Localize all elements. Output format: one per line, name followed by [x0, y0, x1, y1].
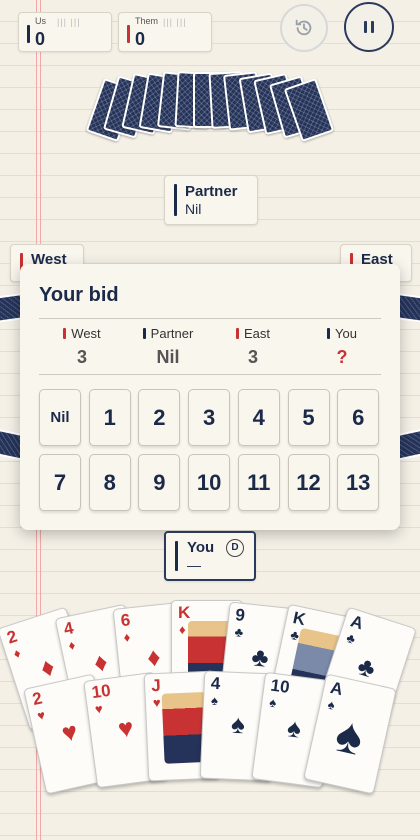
card-rank: J: [150, 675, 162, 696]
bid-summary-value: 3: [247, 347, 258, 367]
card-rank: A: [328, 677, 345, 700]
card-rank: A: [348, 611, 366, 634]
divider: [39, 318, 381, 319]
bid-summary-name: Partner: [150, 326, 194, 341]
bid-option-11[interactable]: 11: [237, 454, 280, 511]
score-them: Them ||| ||| 0: [118, 12, 212, 52]
history-icon: [295, 19, 312, 36]
card-rank: 2: [4, 626, 20, 648]
card-suit-icon: ♦: [179, 622, 186, 637]
team-marker: [27, 25, 30, 43]
team-marker: [174, 184, 177, 216]
card-rank: 6: [119, 610, 132, 631]
card-suit-icon: ♦: [122, 629, 131, 646]
partner-plate: Partner Nil: [164, 175, 258, 225]
bid-panel-title: Your bid: [39, 284, 119, 306]
score-us-value: 0: [35, 29, 46, 49]
bid-summary-you: You ?: [302, 326, 382, 368]
bid-option-12[interactable]: 12: [287, 454, 330, 511]
card-suit-icon: ♥: [94, 700, 104, 717]
score-us-label: Us: [35, 16, 46, 26]
bid-summary-name: East: [243, 326, 270, 341]
bid-summary-west: West 3: [42, 326, 122, 368]
card-rank: 4: [210, 673, 221, 694]
bid-summary-name: You: [335, 326, 357, 341]
you-plate: You D —: [164, 531, 256, 581]
bid-option-5[interactable]: 5: [287, 389, 330, 446]
card-suit-icon: ♣: [233, 624, 244, 641]
tally-marks: ||| |||: [57, 17, 81, 27]
history-button[interactable]: [280, 4, 328, 52]
pause-icon: [364, 21, 374, 33]
score-them-value: 0: [135, 29, 146, 49]
pause-button[interactable]: [344, 2, 394, 52]
card-rank: K: [178, 603, 191, 622]
bid-option-4[interactable]: 4: [237, 389, 280, 446]
card-suit-icon: ♦: [66, 637, 77, 654]
card-suit-icon: ♠: [268, 694, 278, 711]
card-suit-icon: ♣: [344, 629, 358, 647]
team-marker: [127, 25, 130, 43]
score-them-label: Them: [135, 16, 159, 26]
divider: [39, 374, 381, 375]
bid-option-1[interactable]: 1: [88, 389, 131, 446]
card-rank: 2: [30, 688, 45, 710]
card-suit-icon: ♥: [35, 707, 47, 724]
team-marker: [235, 328, 239, 339]
card-center-suit-icon: ♠: [330, 705, 369, 767]
bid-summary-east: East 3: [213, 326, 293, 368]
bid-option-13[interactable]: 13: [337, 454, 380, 511]
partner-name: Partner: [185, 183, 238, 200]
card-rank: K: [291, 608, 308, 630]
partner-bid: Nil: [185, 201, 202, 217]
score-us: Us ||| ||| 0: [18, 12, 112, 52]
bid-option-nil[interactable]: Nil: [39, 389, 81, 446]
card-rank: 9: [234, 605, 246, 626]
bid-summary-value: Nil: [156, 347, 180, 367]
bid-option-6[interactable]: 6: [337, 389, 380, 446]
card-suit-icon: ♦: [11, 645, 23, 662]
bid-option-7[interactable]: 7: [39, 454, 81, 511]
bid-option-2[interactable]: 2: [138, 389, 181, 446]
team-marker: [175, 541, 178, 571]
you-name: You: [187, 539, 215, 556]
team-marker: [63, 328, 67, 339]
card-suit-icon: ♥: [152, 694, 161, 711]
bid-summary-value: ?: [336, 347, 348, 367]
card-rank: 10: [269, 675, 291, 697]
bid-option-8[interactable]: 8: [88, 454, 131, 511]
bid-summary-name: West: [71, 326, 101, 341]
card-suit-icon: ♠: [210, 692, 219, 709]
bid-summary-partner: Partner Nil: [128, 326, 208, 368]
tally-marks: ||| |||: [163, 17, 187, 27]
bid-panel: Your bid West 3 Partner Nil East 3 You ?…: [20, 264, 400, 530]
bid-option-3[interactable]: 3: [188, 389, 231, 446]
dealer-badge: D: [226, 539, 244, 557]
card-rank: 10: [90, 680, 112, 703]
card-rank: 4: [62, 618, 76, 639]
bid-summary-value: 3: [76, 347, 87, 367]
you-bid: —: [187, 557, 201, 573]
team-marker: [327, 328, 331, 339]
team-marker: [142, 328, 146, 339]
bid-option-9[interactable]: 9: [138, 454, 181, 511]
bid-option-10[interactable]: 10: [188, 454, 231, 511]
